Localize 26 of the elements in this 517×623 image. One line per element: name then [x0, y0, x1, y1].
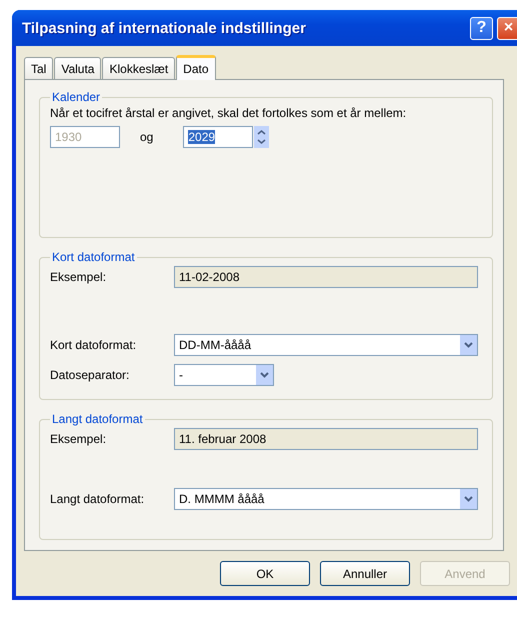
group-title: Kalender [51, 90, 102, 104]
group-title: Kort datoformat [51, 250, 136, 264]
spinner-icon[interactable] [254, 126, 270, 148]
dialog-button[interactable]: OK [220, 561, 310, 586]
group-title: Langt datoformat [51, 412, 144, 426]
year-value: 2029 [188, 130, 216, 144]
year-field[interactable]: 2029 [183, 126, 254, 148]
description-text: Når et tocifret årstal er angivet, skal det fortolkes som et år mellem: [50, 106, 408, 120]
window-title: Tilpasning af internationale indstillinger [22, 20, 307, 36]
tab[interactable]: Tal [24, 57, 54, 79]
and-label: og [140, 130, 154, 144]
format-dropdown[interactable]: D. MMMM åååå [174, 488, 478, 510]
field-label: Eksempel: [50, 270, 108, 284]
example-field: 11-02-2008 [174, 266, 478, 288]
help-button[interactable]: ? [470, 16, 493, 40]
field-label: Eksempel: [50, 432, 108, 446]
tab[interactable]: Dato [176, 55, 216, 80]
field-label: Kort datoformat: [50, 338, 138, 352]
tab[interactable]: Valuta [54, 57, 102, 79]
dialog-button[interactable]: Annuller [320, 561, 410, 586]
separator-dropdown[interactable]: - [174, 364, 274, 386]
example-field: 11. februar 2008 [174, 428, 478, 450]
format-dropdown[interactable]: DD-MM-åååå [174, 334, 478, 356]
field-label: Langt datoformat: [50, 492, 146, 506]
field-label: Datoseparator: [50, 368, 130, 382]
tab[interactable]: Klokkeslæt [102, 57, 176, 79]
